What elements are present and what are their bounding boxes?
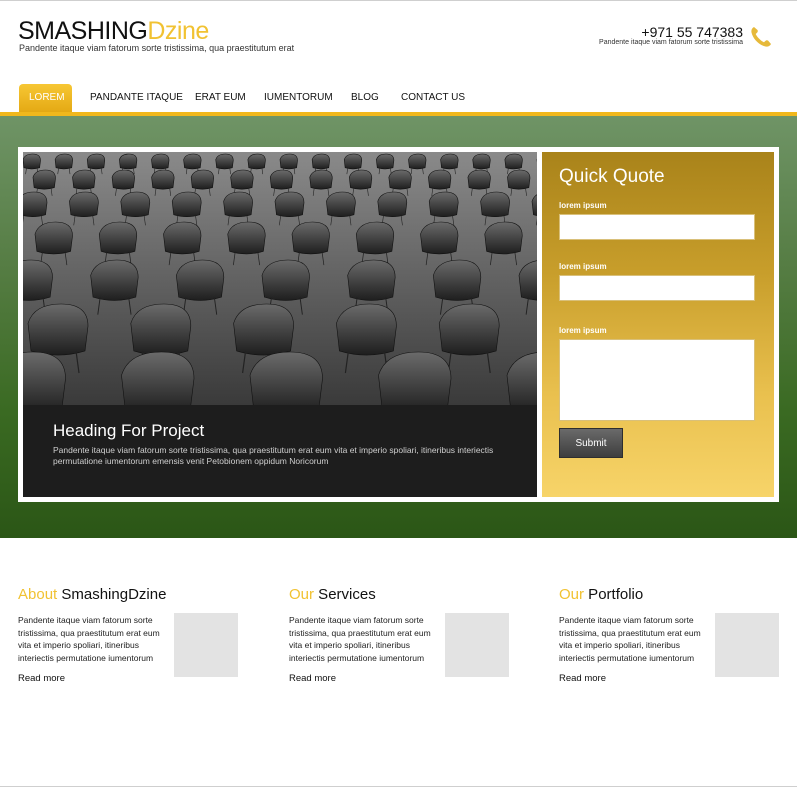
- logo-part1: SMASHING: [18, 17, 148, 45]
- field1-input[interactable]: [559, 214, 755, 240]
- field3-textarea[interactable]: [559, 339, 755, 421]
- column-text: Pandente itaque viam fatorum sorte trist…: [18, 615, 160, 663]
- logo-part2: Dzine: [147, 17, 209, 45]
- phone-number: +971 55 747383: [641, 24, 743, 40]
- field2-label: lorem ipsum: [559, 262, 607, 271]
- field1-label: lorem ipsum: [559, 201, 607, 210]
- about-column: About SmashingDzine Pandente itaque viam…: [18, 585, 238, 684]
- field3-label: lorem ipsum: [559, 326, 607, 335]
- column-thumbnail[interactable]: [445, 613, 509, 677]
- logo[interactable]: SMASHINGDzine: [18, 16, 209, 46]
- column-title-accent: Our: [289, 586, 315, 603]
- field2-input[interactable]: [559, 275, 755, 301]
- auditorium-chairs-image: [23, 152, 537, 405]
- tagline: Pandente itaque viam fatorum sorte trist…: [19, 43, 295, 53]
- caption-title: Heading For Project: [53, 421, 205, 440]
- read-more-link[interactable]: Read more: [559, 673, 606, 684]
- quick-quote-title: Quick Quote: [559, 166, 665, 187]
- column-text: Pandente itaque viam fatorum sorte trist…: [559, 615, 701, 663]
- nav-item-contact-us[interactable]: CONTACT US: [401, 84, 465, 112]
- quick-quote-panel: Quick Quote lorem ipsum lorem ipsum lore…: [542, 152, 774, 497]
- column-title-text: Portfolio: [584, 586, 644, 603]
- column-title-text: Services: [314, 586, 376, 603]
- nav-item-pandante-itaque[interactable]: PANDANTE ITAQUE: [90, 84, 183, 112]
- caption-text: Pandente itaque viam fatorum sorte trist…: [53, 445, 494, 466]
- submit-button[interactable]: Submit: [559, 428, 623, 458]
- column-text: Pandente itaque viam fatorum sorte trist…: [289, 615, 431, 663]
- column-title-accent: Our: [559, 586, 585, 603]
- read-more-link[interactable]: Read more: [18, 673, 65, 684]
- read-more-link[interactable]: Read more: [289, 673, 336, 684]
- column-thumbnail[interactable]: [174, 613, 238, 677]
- nav-item-iumentorum[interactable]: IUMENTORUM: [264, 84, 333, 112]
- hero-photo[interactable]: [23, 152, 537, 405]
- nav-item-blog[interactable]: BLOG: [351, 84, 379, 112]
- column-title: Our Services: [289, 585, 509, 605]
- column-title: Our Portfolio: [559, 585, 779, 605]
- services-column: Our Services Pandente itaque viam fatoru…: [289, 585, 509, 684]
- phone-subtext: Pandente itaque viam fatorum sorte trist…: [599, 39, 743, 46]
- nav-item-lorem[interactable]: LOREM: [19, 84, 72, 112]
- column-title-accent: About: [18, 586, 58, 603]
- phone-icon: [751, 27, 771, 47]
- column-thumbnail[interactable]: [715, 613, 779, 677]
- hero-caption: Heading For Project Pandente itaque viam…: [23, 405, 537, 497]
- column-title: About SmashingDzine: [18, 585, 238, 605]
- nav-item-erat-eum[interactable]: ERAT EUM: [195, 84, 246, 112]
- main-nav: LOREM PANDANTE ITAQUE ERAT EUM IUMENTORU…: [0, 84, 797, 112]
- portfolio-column: Our Portfolio Pandente itaque viam fator…: [559, 585, 779, 684]
- column-title-text: SmashingDzine: [57, 586, 167, 603]
